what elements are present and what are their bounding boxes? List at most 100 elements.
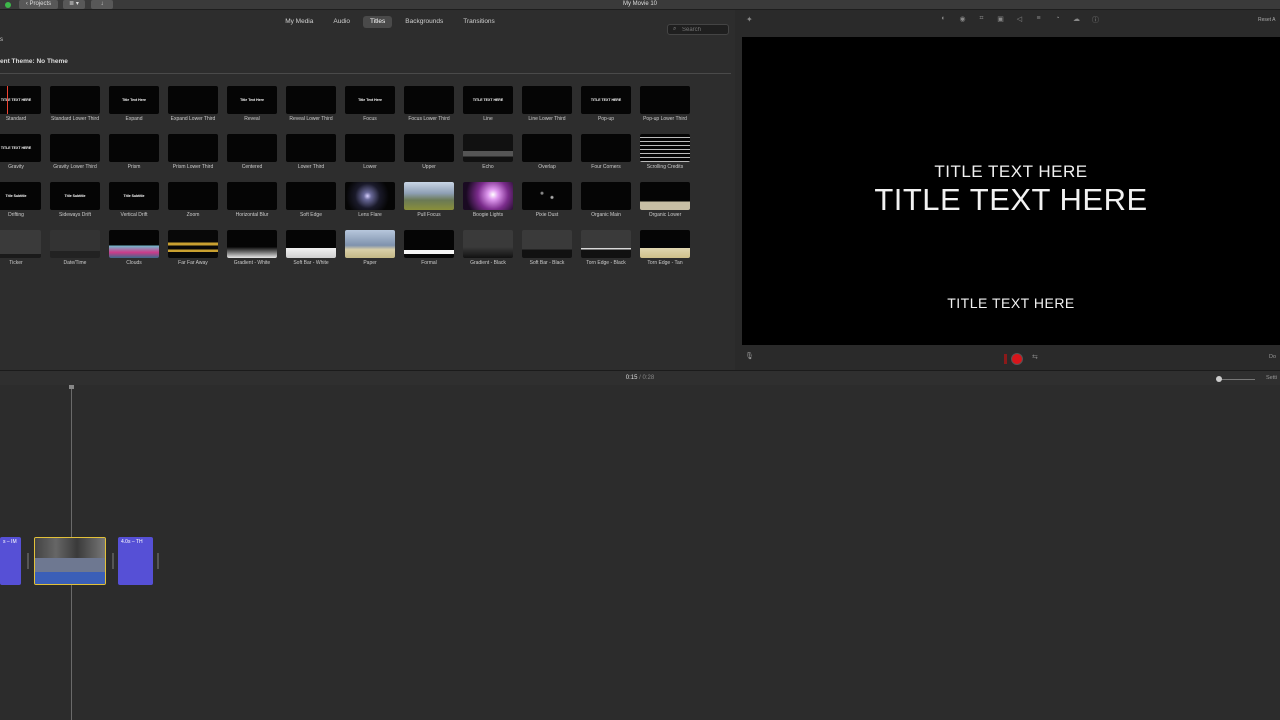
viewer-canvas: TITLE TEXT HERE TITLE TEXT HERE TITLE TE… [742,37,1280,345]
title-tile-lower[interactable]: Lower [345,134,395,176]
search-icon: ⌕ [673,26,677,32]
title-tile-gravity-lower-third[interactable]: Gravity Lower Third [50,134,100,176]
settings-button[interactable]: Setti [1266,375,1277,381]
title-tile-ticker[interactable]: Ticker [0,230,41,272]
playhead-handle[interactable] [69,385,74,389]
title-tile-overlap[interactable]: Overlap [522,134,572,176]
search-field[interactable]: ⌕ [667,24,729,35]
title-tile-expand-lower-third[interactable]: Expand Lower Third [168,86,218,128]
title-tile-four-corners[interactable]: Four Corners [581,134,631,176]
tab-audio[interactable]: Audio [326,16,357,28]
volume-icon[interactable]: ◁ [1014,15,1025,25]
title-thumbnail [227,134,277,162]
adjustment-tools: ◐ ◉ ⌗ ▣ ◁ ≡ ◔ ☁ ⓘ [938,15,1101,25]
title-tile-far-far-away[interactable]: Far Far Away [168,230,218,272]
title-tile-organic-main[interactable]: Organic Main [581,182,631,224]
title-tile-sideways-drift[interactable]: Title Subtitle Sideways Drift [50,182,100,224]
stabilization-icon[interactable]: ▣ [995,15,1006,25]
clip-audio-waveform [35,572,105,584]
title-tile-scrolling-credits[interactable]: Scrolling Credits [640,134,690,176]
thumbnail-text: TITLE TEXT HERE [0,98,32,102]
title-tile-gravity[interactable]: TITLE TEXT HERE Gravity [0,134,41,176]
title-tile-prism-lower-third[interactable]: Prism Lower Third [168,134,218,176]
title-tile-focus-lower-third[interactable]: Focus Lower Third [404,86,454,128]
thumbnail-text: Title Subtitle [64,194,86,198]
search-input[interactable] [682,25,728,34]
title-tile-torn-edge-tan[interactable]: Torn Edge - Tan [640,230,690,272]
total-time: 0:28 [642,375,655,381]
title-tile-date-time[interactable]: Date/Time [50,230,100,272]
color-balance-icon[interactable]: ◐ [938,15,949,25]
title-tile-pop-up-lower-third[interactable]: Pop-up Lower Third [640,86,690,128]
title-tile-lower-third[interactable]: Lower Third [286,134,336,176]
tab-my-media[interactable]: My Media [278,16,320,28]
thumbnail-text: Title Text Here [358,98,382,102]
filter-icon[interactable]: ☁ [1071,15,1082,25]
title-tile-drifting[interactable]: Title Subtitle Drifting [0,182,41,224]
done-button[interactable]: Do [1269,354,1276,360]
tab-backgrounds[interactable]: Backgrounds [398,16,450,28]
title-tile-gradient-white[interactable]: Gradient - White [227,230,277,272]
title-tile-lens-flare[interactable]: Lens Flare [345,182,395,224]
title-thumbnail: Title Subtitle [0,182,41,210]
title-tile-horizontal-blur[interactable]: Horizontal Blur [227,182,277,224]
title-clip-left[interactable]: s – IM [0,537,21,585]
title-tile-focus[interactable]: Title Text Here Focus [345,86,395,128]
title-tile-organic-lower[interactable]: Organic Lower [640,182,690,224]
title-tile-formal[interactable]: Formal [404,230,454,272]
title-tile-label: Pop-up Lower Third [643,116,687,122]
title-tile-clouds[interactable]: Clouds [109,230,159,272]
title-thumbnail [286,134,336,162]
title-tile-prism[interactable]: Prism [109,134,159,176]
title-tile-line-lower-third[interactable]: Line Lower Third [522,86,572,128]
info-icon[interactable]: ⓘ [1090,15,1101,25]
voiceover-options-icon[interactable]: ⇆ [1032,353,1038,361]
title-tile-soft-bar-black[interactable]: Soft Bar - Black [522,230,572,272]
title-thumbnail: Title Text Here [227,86,277,114]
title-tile-soft-edge[interactable]: Soft Edge [286,182,336,224]
title-tile-label: Lower [363,164,377,170]
title-thumbnail [50,230,100,258]
magic-wand-icon[interactable]: ✦ [746,15,753,24]
title-tile-standard[interactable]: TITLE TEXT HERE Standard [0,86,41,128]
title-tile-echo[interactable]: Echo [463,134,513,176]
video-clip-selected[interactable] [34,537,106,585]
title-tile-soft-bar-white[interactable]: Soft Bar - White [286,230,336,272]
title-thumbnail [640,230,690,258]
title-tile-pixie-dust[interactable]: Pixie Dust [522,182,572,224]
title-tile-expand[interactable]: Title Text Here Expand [109,86,159,128]
title-tile-zoom[interactable]: Zoom [168,182,218,224]
sidebar-fragment: s [0,37,3,43]
title-tile-paper[interactable]: Paper [345,230,395,272]
timeline[interactable] [0,385,1280,720]
color-correction-icon[interactable]: ◉ [957,15,968,25]
title-tile-standard-lower-third[interactable]: Standard Lower Third [50,86,100,128]
title-tile-label: Torn Edge - Black [586,260,626,266]
reset-all-button[interactable]: Reset A [1258,17,1276,23]
title-tile-label: Vertical Drift [120,212,148,218]
title-tile-reveal[interactable]: Title Text Here Reveal [227,86,277,128]
tab-transitions[interactable]: Transitions [456,16,502,28]
clip-label: 4.0s – TH [121,539,143,545]
title-tile-vertical-drift[interactable]: Title Subtitle Vertical Drift [109,182,159,224]
title-clip-right[interactable]: 4.0s – TH [118,537,153,585]
title-tile-upper[interactable]: Upper [404,134,454,176]
title-thumbnail: TITLE TEXT HERE [0,134,41,162]
title-tile-pop-up[interactable]: TITLE TEXT HERE Pop-up [581,86,631,128]
title-tile-boogie-lights[interactable]: Boogie Lights [463,182,513,224]
title-tile-reveal-lower-third[interactable]: Reveal Lower Third [286,86,336,128]
title-tile-pull-focus[interactable]: Pull Focus [404,182,454,224]
equalizer-icon[interactable]: ≡ [1033,15,1044,25]
zoom-slider-knob[interactable] [1216,376,1222,382]
record-button[interactable] [1011,353,1023,365]
speed-icon[interactable]: ◔ [1052,15,1063,25]
title-thumbnail: Title Subtitle [50,182,100,210]
tab-titles[interactable]: Titles [363,16,393,28]
microphone-icon[interactable]: 🎙 [745,352,754,362]
title-tile-torn-edge-black[interactable]: Torn Edge - Black [581,230,631,272]
title-tile-gradient-black[interactable]: Gradient - Black [463,230,513,272]
title-tile-line[interactable]: TITLE TEXT HERE Line [463,86,513,128]
zoom-slider-track[interactable] [1219,379,1255,380]
title-tile-centered[interactable]: Centered [227,134,277,176]
crop-icon[interactable]: ⌗ [976,15,987,25]
